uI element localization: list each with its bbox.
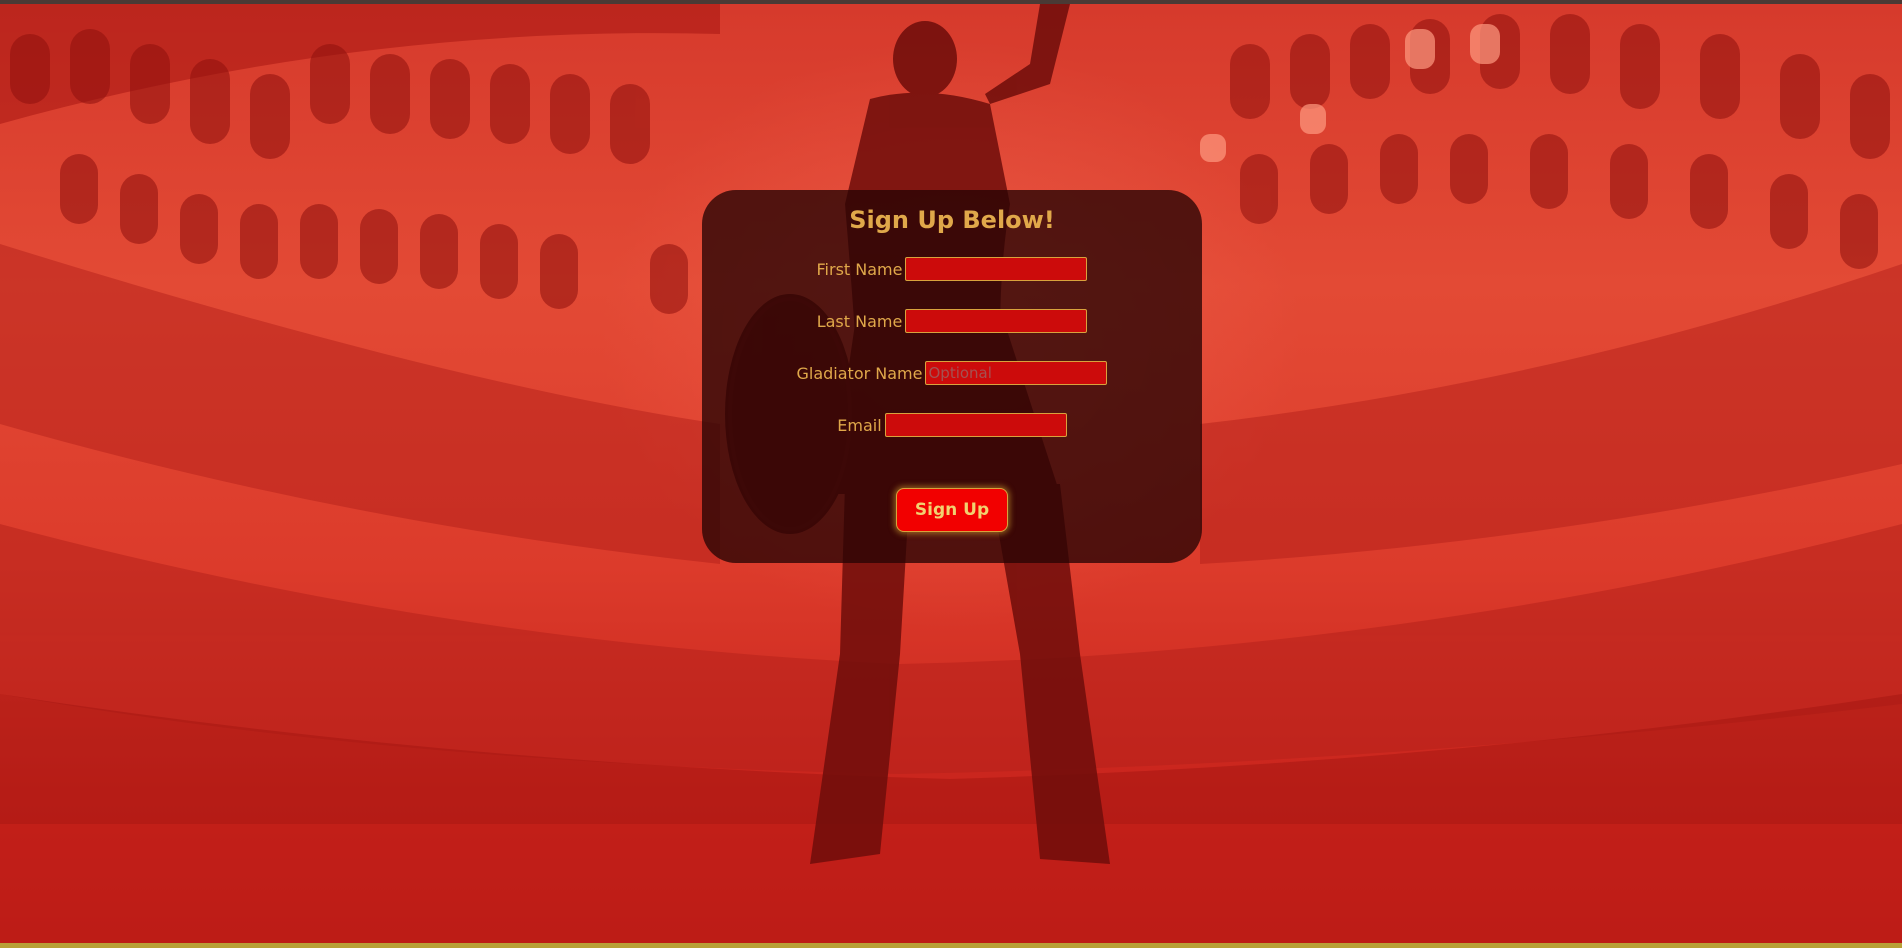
bottom-border: [0, 943, 1902, 948]
first-name-input[interactable]: [905, 257, 1088, 281]
gladiator-name-row: Gladiator Name: [702, 360, 1202, 386]
last-name-label: Last Name: [816, 311, 903, 331]
signup-form: Sign Up Below! First Name Last Name Glad…: [702, 190, 1202, 563]
gladiator-name-label: Gladiator Name: [796, 363, 923, 383]
sign-up-button[interactable]: Sign Up: [896, 488, 1008, 532]
last-name-input[interactable]: [905, 309, 1088, 333]
email-input[interactable]: [884, 413, 1067, 437]
first-name-label: First Name: [816, 259, 903, 279]
gladiator-name-input[interactable]: [925, 361, 1108, 385]
email-label: Email: [837, 415, 882, 435]
form-title: Sign Up Below!: [849, 206, 1055, 234]
page: Sign Up Below! First Name Last Name Glad…: [0, 0, 1902, 948]
last-name-row: Last Name: [702, 308, 1202, 334]
email-row: Email: [702, 412, 1202, 438]
first-name-row: First Name: [702, 256, 1202, 282]
